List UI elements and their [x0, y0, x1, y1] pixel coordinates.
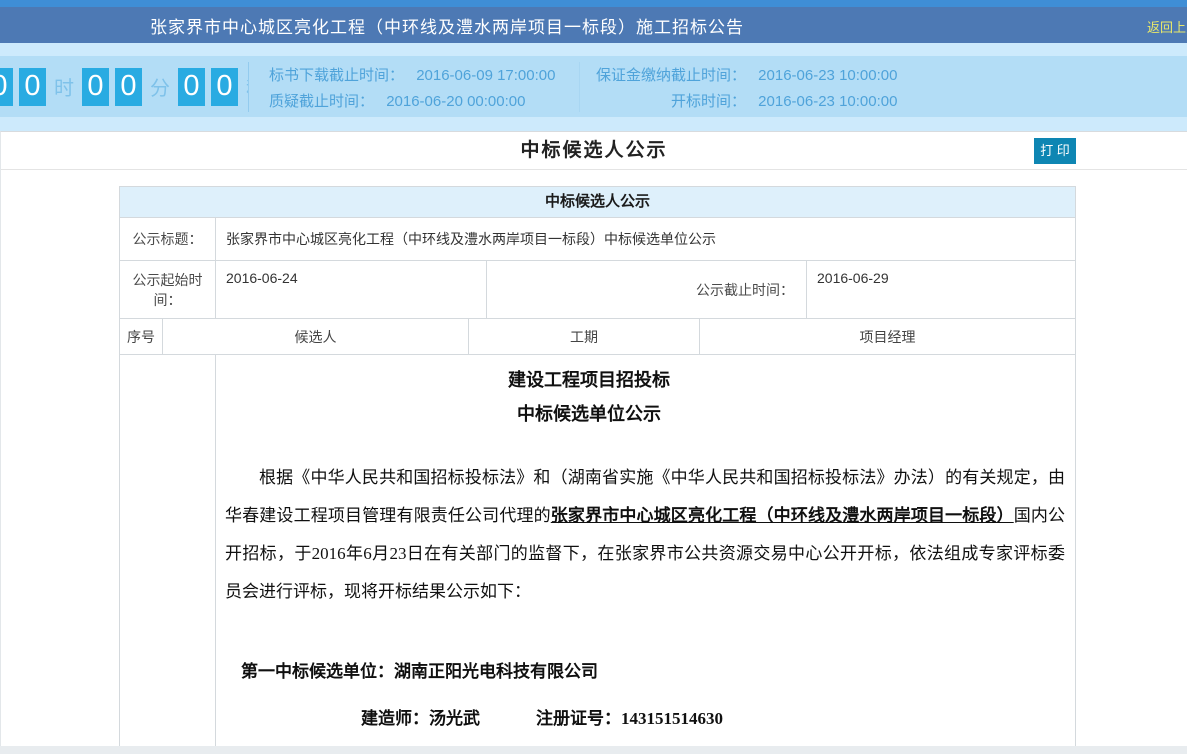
deadline-item: 质疑截止时间： 2016-06-20 00:00:00: [269, 90, 579, 111]
deadline-value: 2016-06-09 17:00:00: [416, 67, 555, 84]
end-date-label: 公示截止时间：: [486, 261, 806, 318]
publicity-title-value: 张家界市中心城区亮化工程（中环线及澧水两岸项目一标段）中标候选单位公示: [215, 218, 1075, 260]
end-date-value: 2016-06-29: [806, 261, 1075, 318]
seq-empty-cell: [120, 355, 215, 754]
countdown-unit-minutes: 分: [150, 72, 170, 101]
builder-name: 建造师：汤光武: [361, 709, 480, 728]
bottom-edge-strip: [0, 746, 1187, 754]
deadline-label: 质疑截止时间：: [269, 90, 374, 111]
countdown-digit: 0: [211, 68, 238, 106]
countdown-timer: 0 0 时 0 0 分 0 0 秒: [0, 68, 248, 106]
deadline-column-right: 保证金缴纳截止时间： 2016-06-23 10:00:00 开标时间： 201…: [580, 63, 897, 111]
announcement-title: 张家界市中心城区亮化工程（中环线及澧水两岸项目一标段）施工招标公告: [150, 13, 744, 38]
deadline-column-left: 标书下载截止时间： 2016-06-09 17:00:00 质疑截止时间： 20…: [249, 63, 579, 111]
column-header-manager: 项目经理: [699, 319, 1075, 354]
table-caption: 中标候选人公示: [120, 187, 1075, 217]
countdown-unit-hours: 时: [54, 72, 74, 101]
paragraph-emphasis: 张家界市中心城区亮化工程（中环线及澧水两岸项目一标段）: [551, 506, 1014, 525]
deadline-item: 开标时间： 2016-06-23 10:00:00: [580, 90, 897, 111]
table-column-header-row: 序号 候选人 工期 项目经理: [120, 318, 1075, 354]
deadline-label: 开标时间：: [580, 90, 746, 111]
publicity-table: 中标候选人公示 公示标题： 张家界市中心城区亮化工程（中环线及澧水两岸项目一标段…: [119, 186, 1076, 754]
main-content: 中标候选人公示 打 印 中标候选人公示 公示标题： 张家界市中心城区亮化工程（中…: [0, 131, 1187, 754]
countdown-digit: 0: [82, 68, 109, 106]
column-header-duration: 工期: [468, 319, 699, 354]
publicity-title-label: 公示标题：: [120, 218, 215, 260]
deadline-item: 标书下载截止时间： 2016-06-09 17:00:00: [269, 64, 579, 85]
builder-line: 建造师：汤光武 注册证号：143151514630: [361, 704, 1065, 729]
deadline-value: 2016-06-20 00:00:00: [386, 93, 525, 110]
table-row-title: 公示标题： 张家界市中心城区亮化工程（中环线及澧水两岸项目一标段）中标候选单位公…: [120, 217, 1075, 260]
page-title-row: 中标候选人公示 打 印: [1, 132, 1187, 170]
document-subheading: 中标候选单位公示: [225, 397, 953, 431]
start-date-label: 公示起始时间：: [120, 261, 215, 318]
countdown-band: 0 0 时 0 0 分 0 0 秒 标书下载截止时间： 2016-06-09 1…: [0, 56, 1187, 117]
countdown-digit: 0: [19, 68, 46, 106]
countdown-digit: 0: [178, 68, 205, 106]
deadline-band: 0 0 时 0 0 分 0 0 秒 标书下载截止时间： 2016-06-09 1…: [0, 43, 1187, 131]
column-header-candidate: 候选人: [162, 319, 468, 354]
column-header-seq: 序号: [120, 319, 162, 354]
deadline-value: 2016-06-23 10:00:00: [758, 67, 897, 84]
back-link[interactable]: 返回上页: [1147, 17, 1187, 36]
table-row-dates: 公示起始时间： 2016-06-24 公示截止时间： 2016-06-29: [120, 260, 1075, 318]
document-heading: 建设工程项目招投标: [225, 363, 953, 397]
table-body-row: 建设工程项目招投标 中标候选单位公示 根据《中华人民共和国招标投标法》和（湖南省…: [120, 354, 1075, 754]
deadline-value: 2016-06-23 10:00:00: [758, 93, 897, 110]
winner-line: 第一中标候选单位：湖南正阳光电科技有限公司: [241, 657, 1065, 682]
print-button[interactable]: 打 印: [1034, 138, 1076, 164]
deadline-label: 标书下载截止时间：: [269, 64, 404, 85]
countdown-digit: 0: [115, 68, 142, 106]
builder-cert-number: 注册证号：143151514630: [536, 709, 723, 728]
deadline-item: 保证金缴纳截止时间： 2016-06-23 10:00:00: [580, 64, 897, 85]
start-date-value: 2016-06-24: [215, 261, 486, 318]
page-title: 中标候选人公示: [1, 132, 1187, 170]
top-accent-strip: [0, 0, 1187, 7]
header-bar: 张家界市中心城区亮化工程（中环线及澧水两岸项目一标段）施工招标公告 返回上页: [0, 7, 1187, 43]
document-body: 建设工程项目招投标 中标候选单位公示 根据《中华人民共和国招标投标法》和（湖南省…: [215, 355, 1075, 754]
countdown-digit: 0: [0, 68, 13, 106]
document-paragraph: 根据《中华人民共和国招标投标法》和（湖南省实施《中华人民共和国招标投标法》办法）…: [225, 459, 1065, 611]
table-caption-row: 中标候选人公示: [120, 187, 1075, 217]
deadline-label: 保证金缴纳截止时间：: [580, 64, 746, 85]
